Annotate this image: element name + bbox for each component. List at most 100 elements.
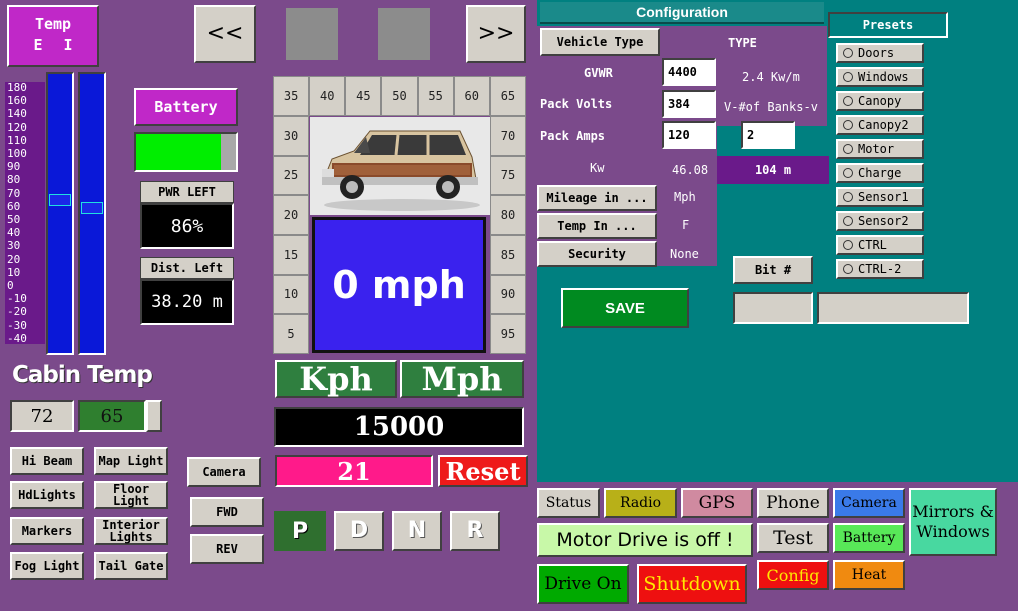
preset-motor[interactable]: Motor xyxy=(836,139,924,159)
gear-d-button[interactable]: D xyxy=(334,511,384,551)
speed-tick-label: 65 xyxy=(489,76,526,116)
tail-gate-button[interactable]: Tail Gate xyxy=(94,552,168,580)
temp-i-label: I xyxy=(63,36,73,54)
config-button[interactable]: Config xyxy=(757,560,829,590)
temp-scale-label: 90 xyxy=(7,160,21,174)
phone-button[interactable]: Phone xyxy=(757,488,829,518)
rev-button[interactable]: REV xyxy=(190,534,264,564)
preset-ctrl[interactable]: CTRL xyxy=(836,235,924,255)
preset-canopy[interactable]: Canopy xyxy=(836,91,924,111)
preset-canopy2[interactable]: Canopy2 xyxy=(836,115,924,135)
indicator-square-1 xyxy=(286,8,338,60)
gps-button[interactable]: GPS xyxy=(681,488,753,518)
temp-scale-label: 40 xyxy=(7,226,21,240)
test-button[interactable]: Test xyxy=(757,523,829,553)
radio-icon xyxy=(843,120,853,130)
speed-tick-label: 90 xyxy=(490,274,526,315)
indicator-square-2 xyxy=(378,8,430,60)
radio-icon xyxy=(843,48,853,58)
gear-r-button[interactable]: R xyxy=(450,511,500,551)
radio-icon xyxy=(843,240,853,250)
battery-gauge xyxy=(134,132,238,172)
shutdown-button[interactable]: Shutdown xyxy=(637,564,747,604)
bit-button[interactable]: Bit # xyxy=(733,256,813,284)
camera-side-button[interactable]: Camera xyxy=(187,457,261,487)
motor-drive-status: Motor Drive is off ! xyxy=(537,523,753,557)
kw-per-mile: 2.4 Kw/m xyxy=(742,70,800,84)
interior-temp-level xyxy=(81,202,103,214)
cabin-set-temp[interactable]: 72 xyxy=(10,400,74,432)
speed-value: 0 mph xyxy=(332,263,466,307)
floor-light-button[interactable]: Floor Light xyxy=(94,481,168,509)
temp-scale-label: 140 xyxy=(7,107,27,121)
speed-tick-label: 55 xyxy=(417,76,454,116)
kph-button[interactable]: Kph xyxy=(275,360,397,398)
status-button[interactable]: Status xyxy=(537,488,600,518)
markers-button[interactable]: Markers xyxy=(10,517,84,545)
fog-light-button[interactable]: Fog Light xyxy=(10,552,84,580)
speed-tick-label: 30 xyxy=(273,116,309,156)
banks-input[interactable]: 2 xyxy=(741,121,795,149)
gvwr-label: GVWR xyxy=(584,66,613,80)
hdlights-button[interactable]: HdLights xyxy=(10,481,84,509)
preset-label: Windows xyxy=(858,70,909,84)
dist-left-value: 38.20 m xyxy=(140,279,234,325)
temp-scale: 180 160 140 120 110 100 90 80 70 60 50 40 30 20 10 0 -10… xyxy=(5,82,45,344)
save-button[interactable]: SAVE xyxy=(561,288,689,328)
preset-label: Canopy2 xyxy=(858,118,909,132)
heat-button[interactable]: Heat xyxy=(833,560,905,590)
pack-volts-input[interactable]: 384 xyxy=(662,90,716,118)
preset-label: Sensor2 xyxy=(858,214,909,228)
kw-label: Kw xyxy=(590,161,605,175)
mileage-unit: Mph xyxy=(674,190,696,204)
cabin-temp-label: Cabin Temp xyxy=(12,362,153,388)
cabin-actual-temp: 65 xyxy=(78,400,146,432)
back-button[interactable]: << xyxy=(194,5,256,63)
radio-icon xyxy=(843,72,853,82)
gear-p-button[interactable]: P xyxy=(274,511,326,551)
fwd-button[interactable]: FWD xyxy=(190,497,264,527)
mileage-in-button[interactable]: Mileage in ... xyxy=(537,185,657,211)
preset-label: CTRL xyxy=(858,238,887,252)
temp-in-button[interactable]: Temp In ... xyxy=(537,213,657,239)
hi-beam-button[interactable]: Hi Beam xyxy=(10,447,84,475)
temp-scale-label: -20 xyxy=(7,305,27,319)
vehicle-type-button[interactable]: Vehicle Type xyxy=(540,28,660,56)
presets-title: Presets xyxy=(828,12,948,38)
mph-button[interactable]: Mph xyxy=(400,360,524,398)
camera-button[interactable]: Camera xyxy=(833,488,905,518)
bit-input-2[interactable] xyxy=(817,292,969,324)
interior-lights-button[interactable]: Interior Lights xyxy=(94,517,168,545)
preset-sensor1[interactable]: Sensor1 xyxy=(836,187,924,207)
banks-label: V-#of Banks-v xyxy=(724,100,818,114)
speed-tick-label: 85 xyxy=(490,234,526,275)
security-button[interactable]: Security xyxy=(537,241,657,267)
preset-label: Canopy xyxy=(858,94,902,108)
dist-left-label: Dist. Left xyxy=(140,257,234,279)
preset-windows[interactable]: Windows xyxy=(836,67,924,87)
battery-button[interactable]: Battery xyxy=(833,523,905,553)
temp-scale-label: 20 xyxy=(7,252,21,266)
preset-sensor2[interactable]: Sensor2 xyxy=(836,211,924,231)
gear-n-button[interactable]: N xyxy=(392,511,442,551)
preset-charge[interactable]: Charge xyxy=(836,163,924,183)
radio-icon xyxy=(843,144,853,154)
speed-tick-label: 25 xyxy=(273,155,309,196)
cabin-temp-stepper[interactable] xyxy=(146,400,162,432)
map-light-button[interactable]: Map Light xyxy=(94,447,168,475)
speed-tick-label: 95 xyxy=(490,314,526,354)
radio-button[interactable]: Radio xyxy=(604,488,677,518)
preset-label: Doors xyxy=(858,46,895,60)
kw-value: 46.08 xyxy=(672,163,709,177)
gvwr-input[interactable]: 4400 xyxy=(662,58,716,86)
pack-amps-input[interactable]: 120 xyxy=(662,121,716,149)
preset-doors[interactable]: Doors xyxy=(836,43,924,63)
drive-on-button[interactable]: Drive On xyxy=(537,564,629,604)
speed-tick-label: 35 xyxy=(273,76,310,116)
speed-tick-label: 20 xyxy=(273,195,309,235)
forward-button[interactable]: >> xyxy=(466,5,526,63)
bit-input-1[interactable] xyxy=(733,292,813,324)
mirrors-windows-button[interactable]: Mirrors & Windows xyxy=(909,488,997,556)
preset-ctrl-2[interactable]: CTRL-2 xyxy=(836,259,924,279)
reset-button[interactable]: Reset xyxy=(438,455,528,487)
